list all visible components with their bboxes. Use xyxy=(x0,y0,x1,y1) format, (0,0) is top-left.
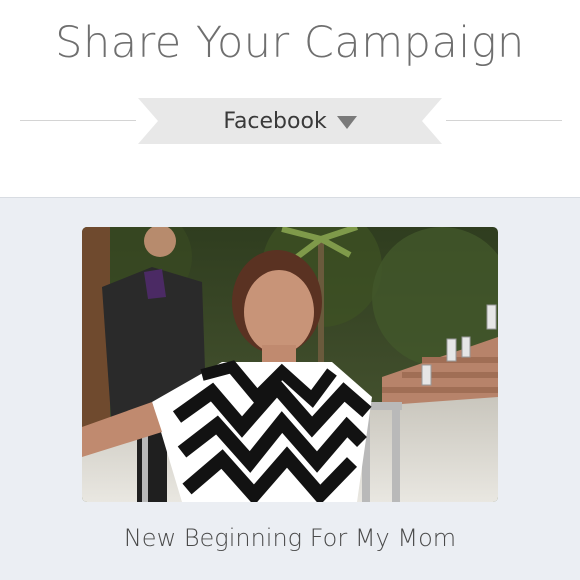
dropdown-selected-label: Facebook xyxy=(223,108,327,134)
page-title: Share Your Campaign xyxy=(55,18,525,68)
photo-illustration xyxy=(82,227,498,502)
divider-right xyxy=(446,120,562,121)
divider-left xyxy=(20,120,136,121)
share-header: Share Your Campaign Facebook xyxy=(0,0,580,198)
campaign-photo[interactable] xyxy=(82,227,498,502)
share-platform-dropdown[interactable]: Facebook xyxy=(138,98,442,144)
caret-down-icon xyxy=(336,116,357,129)
campaign-title[interactable]: New Beginning For My Mom xyxy=(0,524,580,552)
